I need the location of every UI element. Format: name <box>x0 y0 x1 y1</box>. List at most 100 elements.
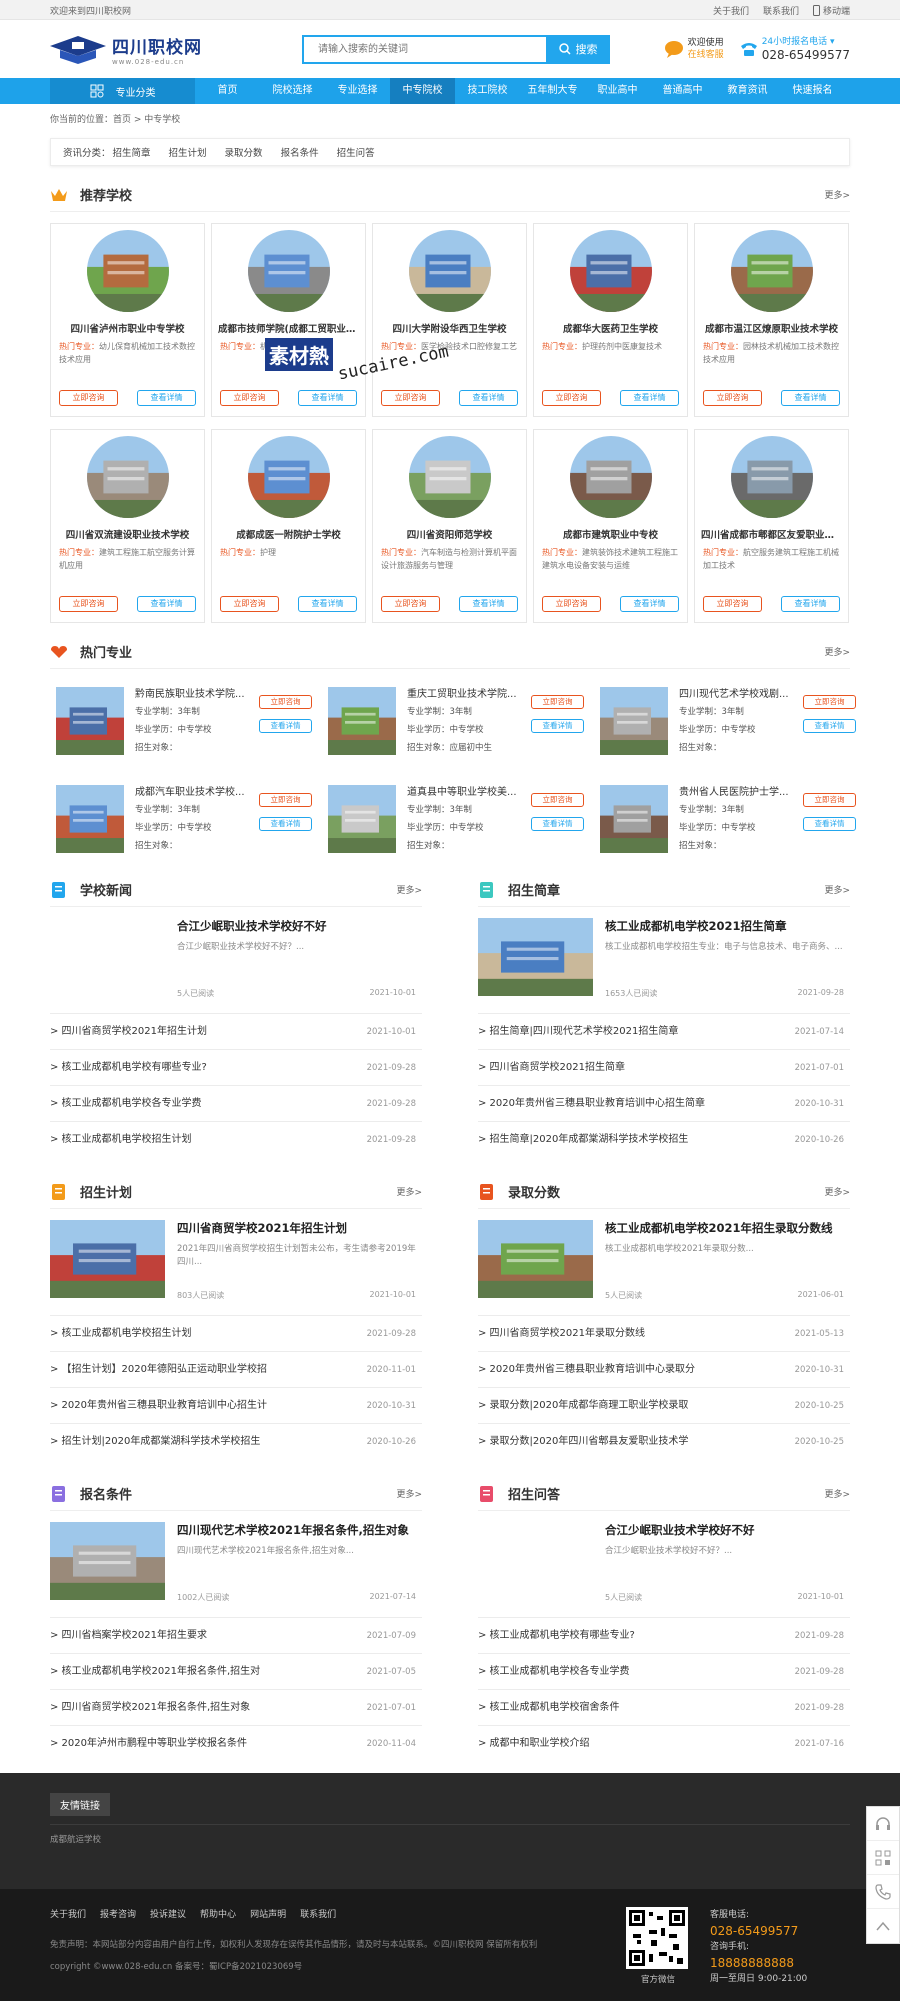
detail-button[interactable]: 查看详情 <box>137 596 196 612</box>
major-photo[interactable] <box>328 785 396 853</box>
list-item[interactable]: > 录取分数|2020年四川省郫县友爱职业技术学 2020-10-25 <box>478 1423 850 1459</box>
featured-photo[interactable] <box>478 918 593 996</box>
more-link[interactable]: 更多> <box>824 1185 850 1198</box>
friend-link[interactable]: 成都航运学校 <box>50 1835 101 1845</box>
school-photo[interactable] <box>86 230 169 312</box>
about-link[interactable]: 关于我们 <box>713 4 749 17</box>
side-service-button[interactable] <box>867 1807 899 1841</box>
featured-title[interactable]: 合江少岷职业技术学校好不好 <box>177 918 422 934</box>
nav-item[interactable]: 职业高中 <box>585 78 650 104</box>
list-item[interactable]: > 核工业成都机电学校宿舍条件 2021-09-28 <box>478 1689 850 1725</box>
consult-button[interactable]: 立即咨询 <box>542 596 601 612</box>
article-title[interactable]: > 2020年贵州省三穗县职业教育培训中心招生简章 <box>478 1086 705 1121</box>
consult-button[interactable]: 立即咨询 <box>531 695 584 709</box>
nav-item[interactable]: 技工院校 <box>455 78 520 104</box>
featured-title[interactable]: 核工业成都机电学校2021招生简章 <box>605 918 850 934</box>
major-name[interactable]: 成都汽车职业技术学校... <box>135 785 245 801</box>
list-item[interactable]: > 四川省商贸学校2021年录取分数线 2021-05-13 <box>478 1315 850 1351</box>
major-photo[interactable] <box>56 687 124 755</box>
article-title[interactable]: > 2020年贵州省三穗县职业教育培训中心招生计 <box>50 1388 267 1423</box>
filter-item[interactable]: 录取分数 <box>225 145 263 159</box>
school-photo[interactable] <box>730 436 813 518</box>
school-name[interactable]: 成都市温江区燎原职业技术学校 <box>695 321 848 335</box>
school-photo[interactable] <box>569 230 652 312</box>
article-title[interactable]: > 【招生计划】2020年德阳弘正运动职业学校招 <box>50 1352 267 1387</box>
consult-button[interactable]: 立即咨询 <box>542 390 601 406</box>
featured-article[interactable]: 四川省商贸学校2021年招生计划 2021年四川省商贸学校招生计划暂未公布，考生请… <box>50 1220 422 1315</box>
consult-button[interactable]: 立即咨询 <box>259 695 312 709</box>
list-item[interactable]: > 【招生计划】2020年德阳弘正运动职业学校招 2020-11-01 <box>50 1351 422 1387</box>
article-title[interactable]: > 核工业成都机电学校2021年报名条件,招生对 <box>50 1654 260 1689</box>
list-item[interactable]: > 招生简章|四川现代艺术学校2021招生简章 2021-07-14 <box>478 1013 850 1049</box>
footer-nav-link[interactable]: 网站声明 <box>250 1907 286 1920</box>
detail-button[interactable]: 查看详情 <box>620 596 679 612</box>
consult-button[interactable]: 立即咨询 <box>531 793 584 807</box>
list-item[interactable]: > 2020年贵州省三穗县职业教育培训中心招生简章 2020-10-31 <box>478 1085 850 1121</box>
school-name[interactable]: 四川省成都市郫都区友爱职业技术学校 <box>695 527 848 541</box>
list-item[interactable]: > 四川省档案学校2021年招生要求 2021-07-09 <box>50 1617 422 1653</box>
back-to-top-button[interactable] <box>867 1909 899 1943</box>
school-name[interactable]: 成都市技师学院(成都工贸职业技术学院) <box>212 321 365 335</box>
article-title[interactable]: > 核工业成都机电学校各专业学费 <box>478 1654 630 1689</box>
school-name[interactable]: 成都成医一附院护士学校 <box>212 527 365 541</box>
article-title[interactable]: > 核工业成都机电学校招生计划 <box>50 1316 192 1351</box>
detail-button[interactable]: 查看详情 <box>259 817 312 831</box>
article-title[interactable]: > 招生简章|2020年成都棠湖科学技术学校招生 <box>478 1122 688 1157</box>
list-item[interactable]: > 核工业成都机电学校各专业学费 2021-09-28 <box>478 1653 850 1689</box>
school-photo[interactable] <box>569 436 652 518</box>
more-link[interactable]: 更多> <box>396 883 422 896</box>
footer-nav-link[interactable]: 投诉建议 <box>150 1907 186 1920</box>
consult-button[interactable]: 立即咨询 <box>220 390 279 406</box>
featured-article[interactable]: 四川现代艺术学校2021年报名条件,招生对象 四川现代艺术学校2021年报名条件,… <box>50 1522 422 1617</box>
list-item[interactable]: > 录取分数|2020年成都华商理工职业学校录取 2020-10-25 <box>478 1387 850 1423</box>
side-phone-button[interactable] <box>867 1875 899 1909</box>
detail-button[interactable]: 查看详情 <box>298 596 357 612</box>
school-photo[interactable] <box>247 230 330 312</box>
featured-article[interactable]: 核工业成都机电学校2021年招生录取分数线 核工业成都机电学校2021年录取分数.… <box>478 1220 850 1315</box>
detail-button[interactable]: 查看详情 <box>137 390 196 406</box>
major-name[interactable]: 贵州省人民医院护士学... <box>679 785 789 801</box>
detail-button[interactable]: 查看详情 <box>298 390 357 406</box>
consult-button[interactable]: 立即咨询 <box>381 596 440 612</box>
detail-button[interactable]: 查看详情 <box>803 817 856 831</box>
consult-button[interactable]: 立即咨询 <box>803 793 856 807</box>
major-photo[interactable] <box>328 687 396 755</box>
more-link[interactable]: 更多> <box>824 883 850 896</box>
search-input[interactable] <box>302 34 546 64</box>
article-title[interactable]: > 录取分数|2020年四川省郫县友爱职业技术学 <box>478 1424 688 1459</box>
school-photo[interactable] <box>408 230 491 312</box>
footer-nav-link[interactable]: 帮助中心 <box>200 1907 236 1920</box>
detail-button[interactable]: 查看详情 <box>781 596 840 612</box>
list-item[interactable]: > 核工业成都机电学校有哪些专业? 2021-09-28 <box>50 1049 422 1085</box>
article-title[interactable]: > 核工业成都机电学校各专业学费 <box>50 1086 202 1121</box>
article-title[interactable]: > 四川省商贸学校2021招生简章 <box>478 1050 625 1085</box>
list-item[interactable]: > 核工业成都机电学校各专业学费 2021-09-28 <box>50 1085 422 1121</box>
major-photo[interactable] <box>56 785 124 853</box>
major-name[interactable]: 四川现代艺术学校戏剧... <box>679 687 789 703</box>
consult-button[interactable]: 立即咨询 <box>259 793 312 807</box>
nav-item[interactable]: 中专院校 <box>390 78 455 104</box>
major-name[interactable]: 重庆工贸职业技术学院... <box>407 687 517 703</box>
nav-item[interactable]: 首页 <box>195 78 260 104</box>
list-item[interactable]: > 2020年贵州省三穗县职业教育培训中心录取分 2020-10-31 <box>478 1351 850 1387</box>
nav-item[interactable]: 教育资讯 <box>715 78 780 104</box>
filter-item[interactable]: 报名条件 <box>281 145 319 159</box>
more-link[interactable]: 更多> <box>824 645 850 658</box>
consult-button[interactable]: 立即咨询 <box>381 390 440 406</box>
school-name[interactable]: 四川省泸州市职业中专学校 <box>51 321 204 335</box>
footer-nav-link[interactable]: 关于我们 <box>50 1907 86 1920</box>
more-link[interactable]: 更多> <box>396 1185 422 1198</box>
detail-button[interactable]: 查看详情 <box>781 390 840 406</box>
article-title[interactable]: > 四川省商贸学校2021年报名条件,招生对象 <box>50 1690 250 1725</box>
consult-button[interactable]: 立即咨询 <box>703 390 762 406</box>
footer-nav-link[interactable]: 报考咨询 <box>100 1907 136 1920</box>
nav-item[interactable]: 普通高中 <box>650 78 715 104</box>
list-item[interactable]: > 招生计划|2020年成都棠湖科学技术学校招生 2020-10-26 <box>50 1423 422 1459</box>
featured-photo[interactable] <box>478 1220 593 1298</box>
consult-button[interactable]: 立即咨询 <box>59 390 118 406</box>
school-name[interactable]: 四川省双流建设职业技术学校 <box>51 527 204 541</box>
detail-button[interactable]: 查看详情 <box>459 390 518 406</box>
list-item[interactable]: > 核工业成都机电学校2021年报名条件,招生对 2021-07-05 <box>50 1653 422 1689</box>
list-item[interactable]: > 招生简章|2020年成都棠湖科学技术学校招生 2020-10-26 <box>478 1121 850 1157</box>
consult-button[interactable]: 立即咨询 <box>703 596 762 612</box>
